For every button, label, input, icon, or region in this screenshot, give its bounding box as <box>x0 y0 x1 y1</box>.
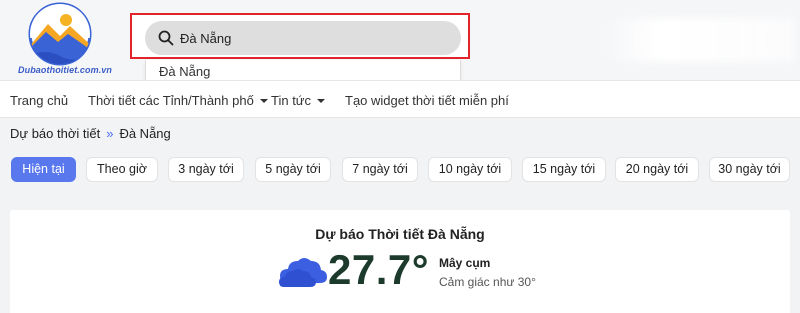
nav-item-provinces[interactable]: Thời tiết các Tỉnh/Thành phố <box>88 93 268 108</box>
tab-current[interactable]: Hiện tại <box>11 157 76 182</box>
breadcrumb: Dự báo thời tiết » Đà Nẵng <box>10 126 171 141</box>
breadcrumb-root-link[interactable]: Dự báo thời tiết <box>10 126 100 141</box>
site-logo[interactable]: Dubaothoitiet.com.vn <box>8 2 118 78</box>
nav-item-label: Tin tức <box>271 93 312 108</box>
tab-7-days[interactable]: 7 ngày tới <box>342 157 418 182</box>
tab-5-days[interactable]: 5 ngày tới <box>255 157 331 182</box>
tab-10-days[interactable]: 10 ngày tới <box>428 157 512 182</box>
tab-3-days[interactable]: 3 ngày tới <box>168 157 244 182</box>
feels-like-text: Cảm giác như 30° <box>439 275 536 289</box>
cloud-icon <box>279 258 327 287</box>
weather-title: Dự báo Thời tiết Đà Nẵng <box>315 226 485 242</box>
breadcrumb-current: Đà Nẵng <box>119 126 171 141</box>
caret-down-icon <box>317 98 326 103</box>
tab-30-days[interactable]: 30 ngày tới <box>709 157 790 182</box>
site-header: Dubaothoitiet.com.vn Đà Nẵng <box>0 0 800 90</box>
tab-20-days[interactable]: 20 ngày tới <box>615 157 699 182</box>
temperature-value: 27.7° <box>328 246 430 293</box>
nav-item-label: Thời tiết các Tỉnh/Thành phố <box>88 93 254 108</box>
search-icon[interactable] <box>158 30 174 46</box>
blurred-header-area <box>600 18 795 62</box>
breadcrumb-separator: » <box>106 126 114 141</box>
tab-hourly[interactable]: Theo giờ <box>86 157 158 182</box>
tab-15-days[interactable]: 15 ngày tới <box>522 157 606 182</box>
nav-item-widget[interactable]: Tạo widget thời tiết miễn phí <box>345 93 509 108</box>
weather-condition: Mây cụm <box>439 256 491 270</box>
main-nav: Trang chủ Thời tiết các Tỉnh/Thành phố T… <box>0 80 800 118</box>
current-weather-card: Dự báo Thời tiết Đà Nẵng 27.7° Mây cụm C… <box>10 210 790 313</box>
search-suggestion-item[interactable]: Đà Nẵng <box>159 64 210 79</box>
nav-item-home[interactable]: Trang chủ <box>10 93 68 108</box>
logo-text: Dubaothoitiet.com.vn <box>18 65 112 75</box>
nav-item-label: Trang chủ <box>10 93 69 108</box>
nav-item-news[interactable]: Tin tức <box>271 93 326 108</box>
caret-down-icon <box>259 98 268 103</box>
nav-item-label: Tạo widget thời tiết miễn phí <box>345 93 509 108</box>
search-input[interactable] <box>180 28 440 48</box>
